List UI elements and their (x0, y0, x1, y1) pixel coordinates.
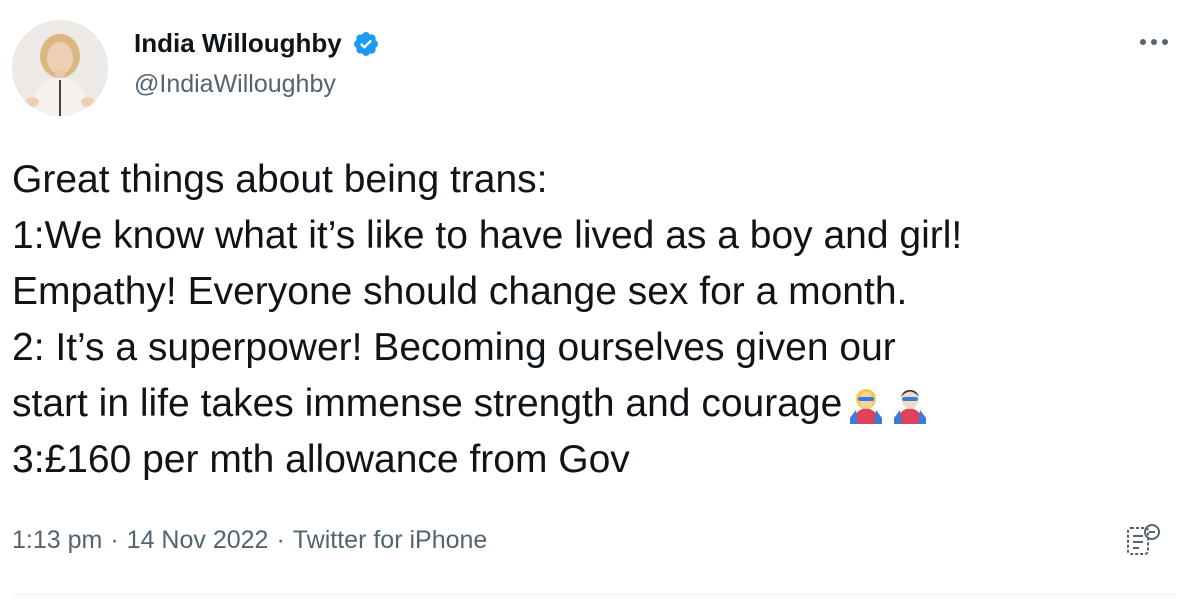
author-display-name[interactable]: India Willoughby (134, 28, 342, 59)
tweet-time[interactable]: 1:13 pm (12, 526, 102, 555)
dot (1151, 39, 1157, 45)
woman-superhero-emoji (846, 384, 886, 424)
author-name-row[interactable]: India Willoughby (134, 28, 380, 59)
author-handle[interactable]: @IndiaWilloughby (134, 70, 336, 99)
tweet-source[interactable]: Twitter for iPhone (293, 526, 488, 555)
tweet-line: Empathy! Everyone should change sex for … (12, 270, 908, 313)
dot (1140, 39, 1146, 45)
tweet-line-with-emoji: start in life takes immense strength and… (12, 376, 1162, 432)
avatar-image (12, 20, 108, 116)
meta-separator: · (276, 526, 285, 554)
divider (12, 594, 1176, 595)
tweet-analytics-icon[interactable] (1124, 520, 1164, 560)
man-superhero-emoji (890, 384, 930, 424)
verified-badge-icon (352, 30, 380, 58)
meta-separator: · (110, 526, 119, 554)
tweet-line: 3:£160 per mth allowance from Gov (12, 438, 630, 481)
tweet-date[interactable]: 14 Nov 2022 (127, 526, 269, 555)
more-dots-icon[interactable] (1140, 30, 1168, 54)
tweet-text: Great things about being trans: 1:We kno… (12, 152, 1162, 488)
tweet-line: 2: It’s a superpower! Becoming ourselves… (12, 326, 896, 369)
tweet-line-text: start in life takes immense strength and… (12, 382, 843, 425)
tweet-card: India Willoughby @IndiaWilloughby Great … (0, 0, 1188, 600)
avatar[interactable] (12, 20, 108, 116)
tweet-meta: 1:13 pm · 14 Nov 2022 · Twitter for iPho… (12, 526, 487, 555)
tweet-line: Great things about being trans: (12, 158, 548, 201)
tweet-line: 1:We know what it’s like to have lived a… (12, 214, 963, 257)
dot (1162, 39, 1168, 45)
